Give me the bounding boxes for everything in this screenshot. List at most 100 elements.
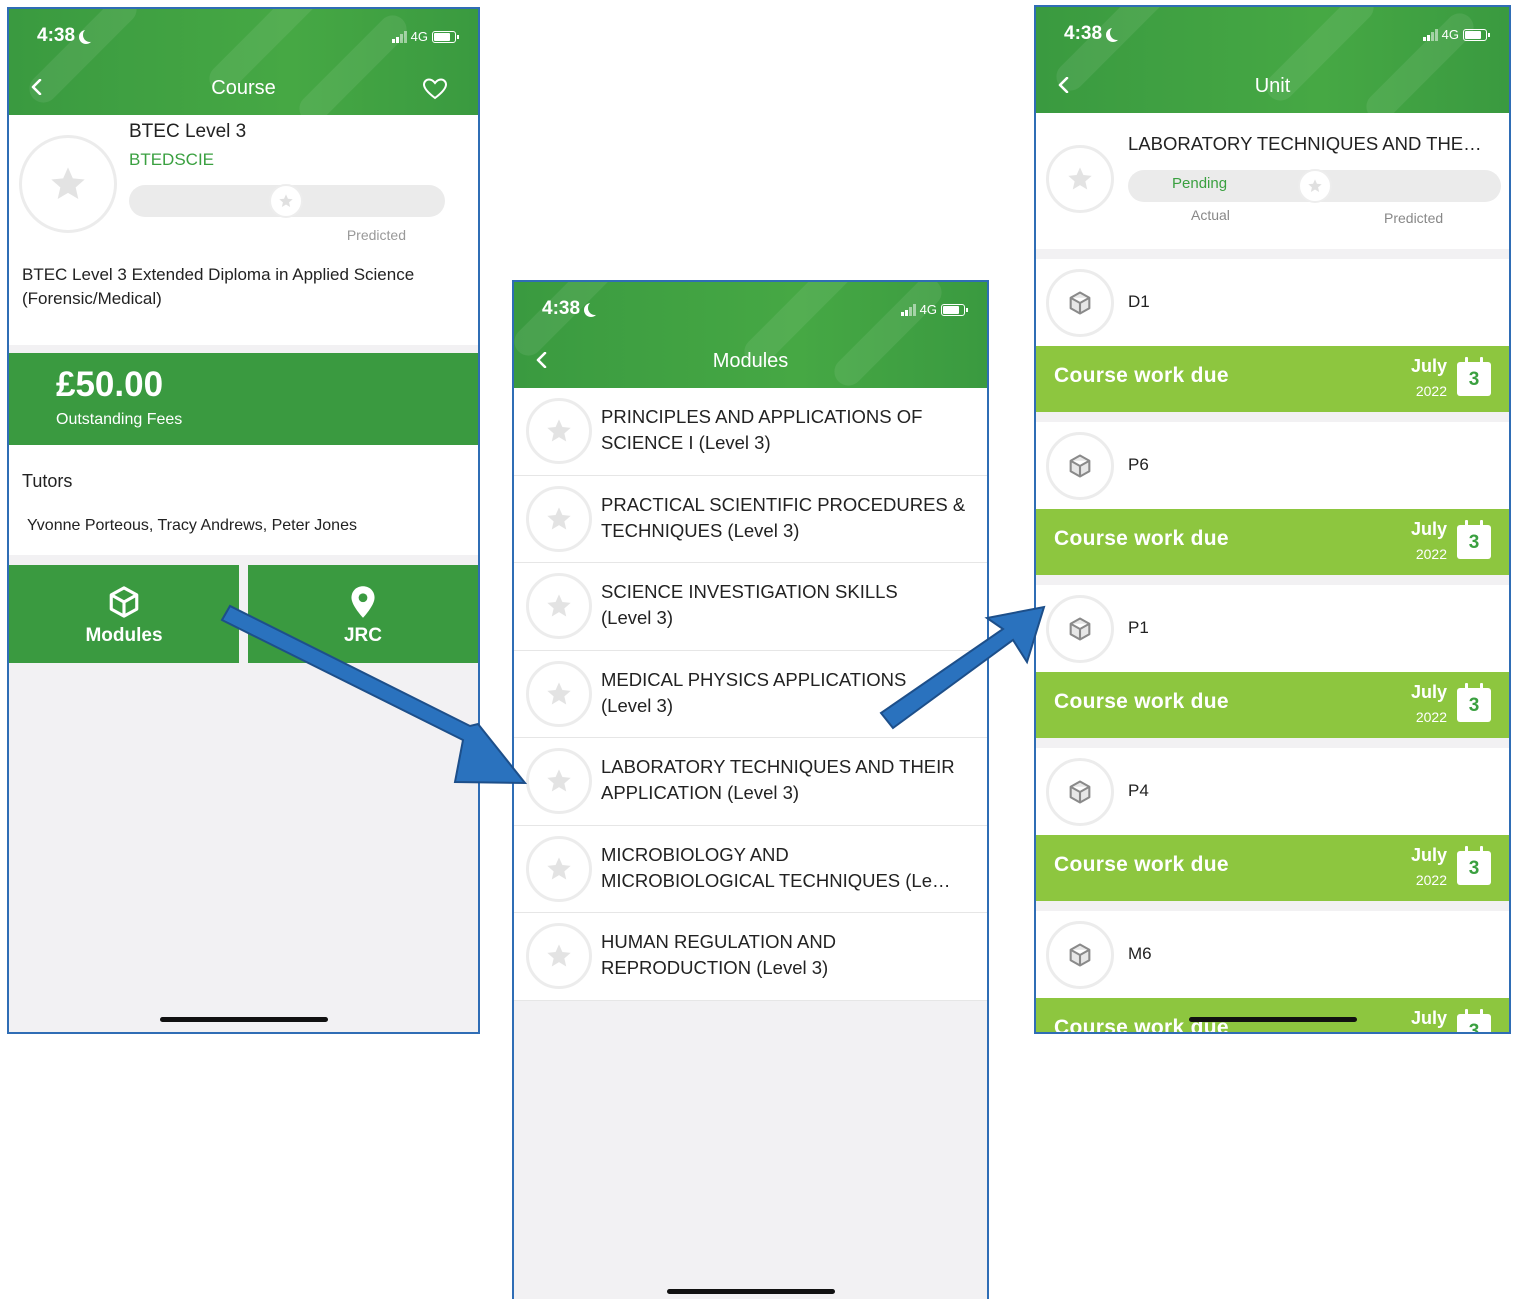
course-description: BTEC Level 3 Extended Diploma in Applied… bbox=[22, 265, 415, 308]
due-year: 2022 bbox=[1415, 709, 1447, 725]
home-indicator[interactable] bbox=[1188, 1017, 1357, 1022]
fees-label: Outstanding Fees bbox=[56, 411, 183, 428]
due-year: 2022 bbox=[1415, 546, 1447, 562]
module-title: LABORATORY TECHNIQUES AND THEIR APPLICATI… bbox=[601, 756, 955, 803]
module-row[interactable]: SCIENCE INVESTIGATION SKILLS (Level 3) bbox=[514, 563, 987, 651]
criterion-badge bbox=[1046, 758, 1114, 826]
course-code: BTEDSCIE bbox=[129, 150, 215, 169]
network-label: 4G bbox=[1441, 27, 1459, 42]
module-grade-badge bbox=[526, 748, 592, 814]
location-pin-icon bbox=[351, 586, 375, 618]
criterion-code: P4 bbox=[1128, 781, 1149, 800]
tutors-names: Yvonne Porteous, Tracy Andrews, Peter Jo… bbox=[27, 517, 357, 534]
predicted-label: Predicted bbox=[1384, 210, 1444, 226]
course-name: BTEC Level 3 bbox=[129, 121, 247, 142]
home-indicator[interactable] bbox=[666, 1289, 835, 1294]
unit-header: 4:38 4G Unit bbox=[1036, 7, 1509, 113]
modules-tile-label: Modules bbox=[85, 625, 163, 646]
signal-icon bbox=[900, 303, 916, 316]
module-row[interactable]: MICROBIOLOGY AND MICROBIOLOGICAL TECHNIQU… bbox=[514, 826, 987, 913]
tutors-section: Tutors Yvonne Porteous, Tracy Andrews, P… bbox=[9, 445, 478, 555]
due-month: July bbox=[1410, 356, 1447, 376]
course-screen: 4:38 4G Course BTEC Level 3 BTEDSCIE Pre… bbox=[7, 7, 480, 1034]
criterion-row[interactable]: P1 bbox=[1036, 585, 1509, 672]
due-date-banner: Course work due July 3 bbox=[1036, 998, 1509, 1032]
cube-icon bbox=[1069, 454, 1091, 478]
criterion-code: M6 bbox=[1128, 944, 1152, 963]
page-title: Modules bbox=[712, 350, 789, 372]
calendar-icon: 3 bbox=[1457, 520, 1491, 559]
moon-icon bbox=[1110, 26, 1124, 40]
page-title: Unit bbox=[1254, 75, 1291, 97]
star-icon bbox=[1308, 179, 1322, 192]
criterion-row[interactable]: P6 bbox=[1036, 422, 1509, 509]
outstanding-fees-banner[interactable]: £50.00 Outstanding Fees bbox=[9, 353, 478, 445]
star-icon bbox=[547, 856, 571, 879]
due-label: Course work due bbox=[1054, 527, 1229, 550]
status-bar: 4:38 4G bbox=[514, 298, 987, 322]
due-month: July bbox=[1410, 519, 1447, 539]
network-label: 4G bbox=[410, 29, 428, 44]
pending-label: Pending bbox=[1172, 175, 1228, 192]
modules-list: PRINCIPLES AND APPLICATIONS OF SCIENCE I … bbox=[514, 388, 987, 1001]
module-row[interactable]: HUMAN REGULATION AND REPRODUCTION (Level … bbox=[514, 913, 987, 1001]
criterion-code: D1 bbox=[1128, 292, 1150, 311]
due-year: 2022 bbox=[1415, 872, 1447, 888]
home-indicator[interactable] bbox=[159, 1017, 328, 1022]
tutors-heading: Tutors bbox=[22, 471, 73, 491]
status-bar: 4:38 4G bbox=[1036, 23, 1509, 47]
predicted-label: Predicted bbox=[346, 227, 406, 243]
cube-icon bbox=[109, 586, 139, 618]
status-time: 4:38 bbox=[542, 298, 602, 320]
criterion-badge bbox=[1046, 269, 1114, 337]
jrc-tile[interactable]: JRC bbox=[248, 565, 478, 663]
signal-icon bbox=[1422, 28, 1438, 41]
star-icon bbox=[547, 506, 571, 529]
status-time: 4:38 bbox=[1064, 23, 1124, 45]
status-time: 4:38 bbox=[37, 25, 97, 47]
unit-screen: 4:38 4G Unit LABORATORY TECHNIQUES AND T… bbox=[1034, 5, 1511, 1034]
due-date-banner: Course work due July 2022 3 bbox=[1036, 835, 1509, 901]
signal-icon bbox=[391, 30, 407, 43]
page-title: Course bbox=[211, 77, 276, 99]
star-icon bbox=[547, 681, 571, 704]
criterion-row[interactable]: M6 bbox=[1036, 911, 1509, 998]
star-icon bbox=[547, 769, 571, 792]
calendar-icon: 3 bbox=[1457, 683, 1491, 722]
module-row[interactable]: PRACTICAL SCIENTIFIC PROCEDURES & TECHNIQ… bbox=[514, 476, 987, 563]
actual-label: Actual bbox=[1191, 207, 1230, 223]
modules-header: 4:38 4G Modules bbox=[514, 282, 987, 388]
status-bar: 4:38 4G bbox=[9, 25, 478, 49]
module-row[interactable]: LABORATORY TECHNIQUES AND THEIR APPLICATI… bbox=[514, 738, 987, 826]
calendar-icon: 3 bbox=[1457, 357, 1491, 396]
star-icon bbox=[51, 167, 85, 199]
criterion-code: P1 bbox=[1128, 618, 1149, 637]
criterion-badge bbox=[1046, 432, 1114, 500]
due-label: Course work due bbox=[1054, 364, 1229, 387]
due-label: Course work due bbox=[1054, 853, 1229, 876]
cube-icon bbox=[1069, 617, 1091, 641]
module-row[interactable]: PRINCIPLES AND APPLICATIONS OF SCIENCE I … bbox=[514, 388, 987, 476]
fees-amount: £50.00 bbox=[56, 365, 164, 404]
criterion-row[interactable]: D1 bbox=[1036, 259, 1509, 346]
heart-icon[interactable] bbox=[422, 77, 448, 101]
module-title: HUMAN REGULATION AND REPRODUCTION (Level … bbox=[601, 931, 837, 978]
unit-grade-badge bbox=[1046, 145, 1114, 213]
module-row[interactable]: MEDICAL PHYSICS APPLICATIONS (Level 3) bbox=[514, 651, 987, 738]
star-icon bbox=[1068, 167, 1092, 190]
due-month: July bbox=[1410, 845, 1447, 865]
module-title: PRINCIPLES AND APPLICATIONS OF SCIENCE I … bbox=[601, 406, 923, 453]
module-grade-badge bbox=[526, 923, 592, 989]
jrc-tile-label: JRC bbox=[343, 625, 382, 646]
star-icon bbox=[547, 594, 571, 617]
calendar-icon: 3 bbox=[1457, 846, 1491, 885]
due-date-banner: Course work due July 2022 3 bbox=[1036, 509, 1509, 575]
module-title: MEDICAL PHYSICS APPLICATIONS (Level 3) bbox=[601, 668, 907, 716]
star-icon bbox=[279, 194, 293, 207]
cube-icon bbox=[1069, 780, 1091, 804]
criterion-badge bbox=[1046, 921, 1114, 989]
modules-tile[interactable]: Modules bbox=[9, 565, 239, 663]
moon-icon bbox=[83, 28, 97, 42]
criterion-row[interactable]: P4 bbox=[1036, 748, 1509, 835]
unit-summary-card: LABORATORY TECHNIQUES AND THE… Pending A… bbox=[1036, 113, 1509, 249]
